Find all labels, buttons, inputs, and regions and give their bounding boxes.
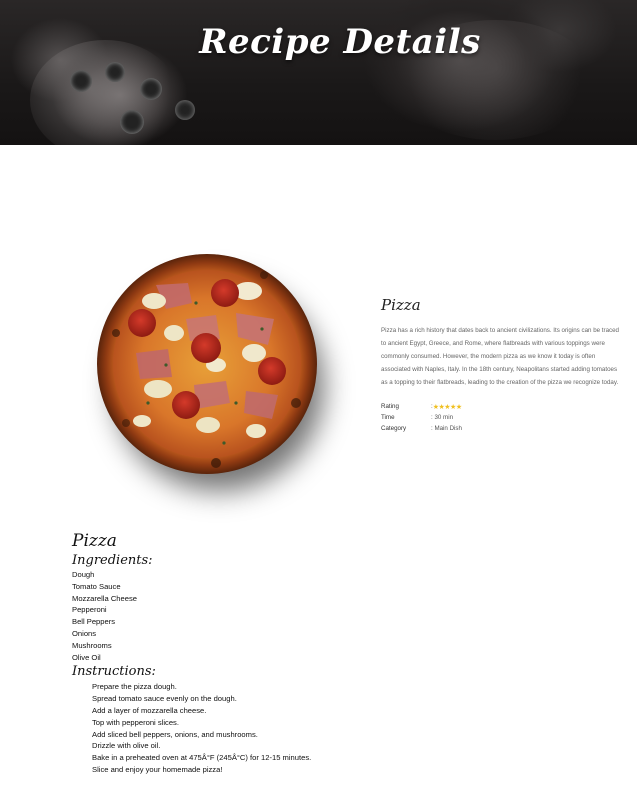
- recipe-section: Pizza Ingredients: Dough Tomato Sauce Mo…: [72, 530, 472, 776]
- pizza-image: [96, 253, 324, 491]
- ingredient-item: Mozzarella Cheese: [72, 593, 137, 603]
- page-title: Recipe Details: [199, 22, 481, 62]
- ingredient-item: Olive Oil: [72, 652, 101, 662]
- instruction-step: Add sliced bell peppers, onions, and mus…: [92, 729, 258, 739]
- ingredient-item: Bell Peppers: [72, 617, 116, 627]
- ingredients-list: Dough Tomato Sauce Mozzarella Cheese Pep…: [72, 569, 472, 663]
- meta-rating-row: Rating : ★★★★★: [381, 401, 621, 412]
- instructions-list: Prepare the pizza dough. Spread tomato s…: [72, 681, 472, 775]
- recipe-name: Pizza: [381, 296, 421, 314]
- instruction-step: Top with pepperoni slices.: [92, 717, 179, 727]
- pizza-illustration: [97, 254, 317, 474]
- star-rating-icon: ★★★★★: [432, 403, 462, 411]
- section-title: Pizza: [72, 531, 117, 551]
- hero-banner: Recipe Details: [0, 0, 637, 145]
- meta-category-row: Category : Main Dish: [381, 423, 621, 434]
- instruction-step: Slice and enjoy your homemade pizza!: [92, 764, 223, 774]
- rating-label: Rating: [381, 403, 399, 410]
- ingredient-item: Tomato Sauce: [72, 581, 121, 591]
- recipe-description: Pizza has a rich history that dates back…: [381, 327, 619, 386]
- time-value: : 30 min: [431, 414, 454, 421]
- recipe-info: Pizza Pizza has a rich history that date…: [381, 296, 621, 434]
- instructions-heading: Instructions:: [72, 664, 156, 680]
- ingredient-item: Mushrooms: [72, 640, 112, 650]
- recipe-meta: Rating : ★★★★★ Time : 30 min Category : …: [381, 401, 621, 434]
- category-label: Category: [381, 425, 407, 432]
- ingredient-item: Dough: [72, 570, 95, 579]
- instruction-step: Prepare the pizza dough.: [92, 682, 177, 692]
- instruction-step: Drizzle with olive oil.: [92, 741, 161, 751]
- instruction-step: Add a layer of mozzarella cheese.: [92, 705, 207, 715]
- meta-time-row: Time : 30 min: [381, 412, 621, 423]
- ingredients-heading: Ingredients:: [72, 553, 153, 568]
- ingredient-item: Onions: [72, 628, 97, 638]
- instruction-step: Bake in a preheated oven at 475Â°F (245Â…: [92, 753, 312, 763]
- instruction-step: Spread tomato sauce evenly on the dough.: [92, 694, 237, 704]
- time-label: Time: [381, 414, 395, 421]
- category-value: : Main Dish: [431, 425, 462, 432]
- ingredient-item: Pepperoni: [72, 605, 107, 615]
